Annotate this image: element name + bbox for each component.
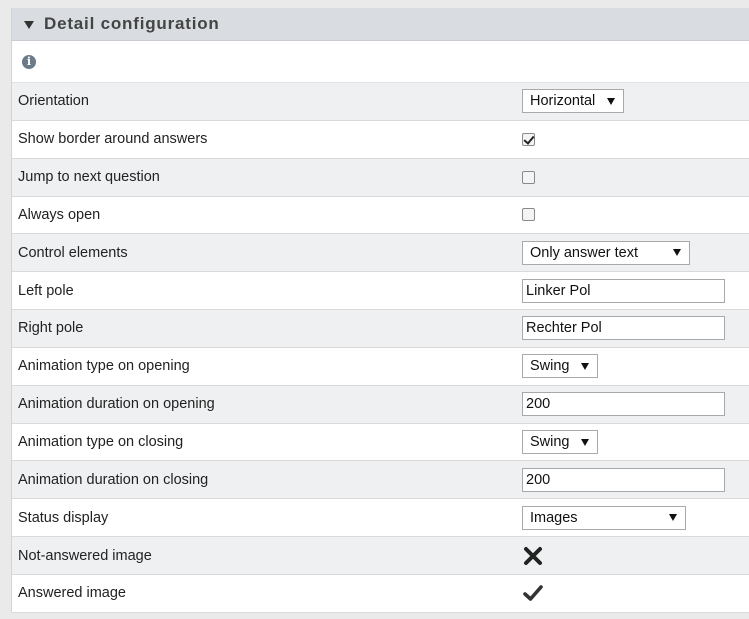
dropdown-arrow-icon [581,362,589,370]
status-display-select[interactable]: Images [522,505,686,530]
setting-row-control-elements: Control elements Only answer text [12,234,749,273]
info-row: i [12,41,749,83]
setting-row-right-pole: Right pole [12,310,749,348]
setting-label: Jump to next question [18,169,160,186]
select-value: Images [530,509,578,526]
animation-duration-opening-input[interactable] [522,392,725,417]
dropdown-arrow-icon [673,249,681,257]
always-open-checkbox[interactable] [522,208,535,222]
panel-title: Detail configuration [44,14,220,33]
select-value: Horizontal [530,93,596,110]
right-pole-input[interactable] [522,316,725,341]
check-icon[interactable] [522,582,544,604]
setting-row-show-border: Show border around answers [12,121,749,159]
setting-label: Not-answered image [18,547,152,564]
control-elements-select[interactable]: Only answer text [522,240,690,265]
setting-label: Animation duration on opening [18,396,215,413]
animation-type-closing-select[interactable]: Swing [522,430,598,455]
setting-row-jump-next: Jump to next question [12,158,749,197]
setting-label: Control elements [18,244,128,261]
animation-type-opening-select[interactable]: Swing [522,354,598,379]
setting-row-orientation: Orientation Horizontal [12,83,749,121]
setting-label: Show border around answers [18,131,208,148]
panel-header[interactable]: Detail configuration [12,8,749,41]
select-value: Only answer text [530,244,638,261]
setting-row-status-display: Status display Images [12,499,749,538]
setting-row-animation-duration-opening: Animation duration on opening [12,385,749,424]
show-border-checkbox[interactable] [522,132,535,146]
info-icon[interactable]: i [22,54,36,69]
setting-row-left-pole: Left pole [12,272,749,311]
detail-configuration-panel: Detail configuration i Orientation Horiz… [11,8,749,613]
setting-row-animation-type-closing: Animation type on closing Swing [12,424,749,462]
orientation-select[interactable]: Horizontal [522,89,624,114]
animation-duration-closing-input[interactable] [522,467,725,492]
setting-label: Always open [18,206,101,223]
setting-label: Animation duration on closing [18,471,209,488]
setting-row-always-open: Always open [12,197,749,235]
select-value: Swing [530,434,570,451]
setting-row-animation-type-opening: Animation type on opening Swing [12,348,749,386]
jump-next-checkbox[interactable] [522,170,535,184]
setting-label: Animation type on opening [18,358,190,375]
select-value: Swing [530,358,570,375]
setting-label: Orientation [18,93,89,110]
cross-icon[interactable] [522,545,544,567]
setting-row-not-answered-image: Not-answered image [12,537,749,575]
dropdown-arrow-icon [581,438,589,446]
setting-label: Right pole [18,320,84,337]
dropdown-arrow-icon [669,514,677,522]
collapse-triangle-icon[interactable] [24,20,34,29]
setting-row-animation-duration-closing: Animation duration on closing [12,461,749,500]
window-frame: Detail configuration i Orientation Horiz… [0,0,749,619]
setting-label: Status display [18,509,109,526]
setting-label: Answered image [18,585,126,602]
dropdown-arrow-icon [607,97,615,105]
left-pole-input[interactable] [522,278,725,303]
setting-label: Left pole [18,282,74,299]
setting-row-answered-image: Answered image [12,575,749,613]
setting-label: Animation type on closing [18,434,184,451]
